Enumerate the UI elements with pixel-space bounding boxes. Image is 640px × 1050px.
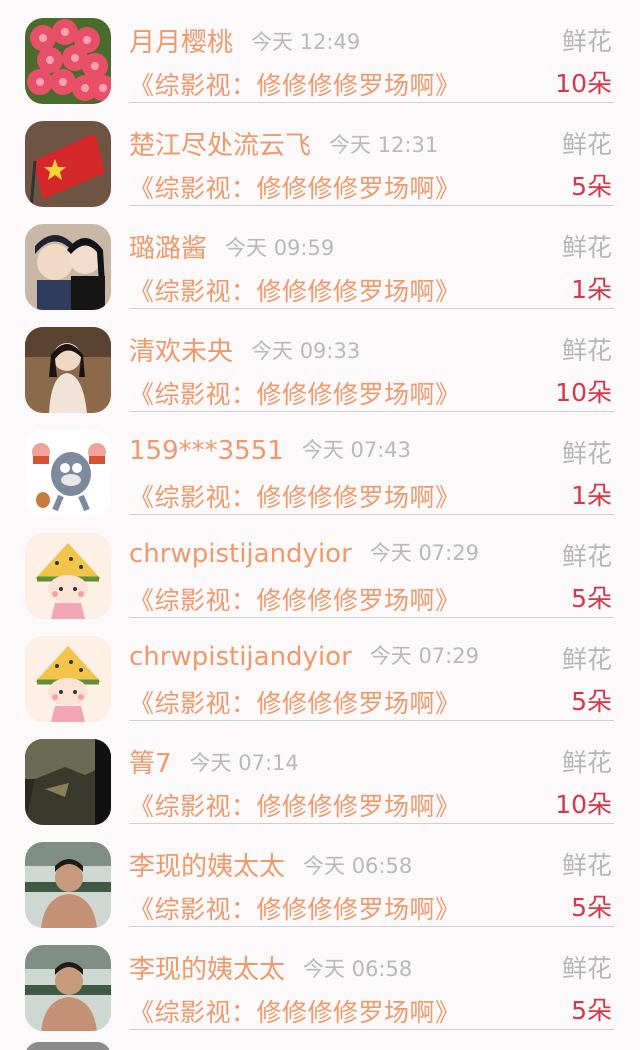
cartoon-cat-avatar-icon[interactable] <box>25 430 111 516</box>
username[interactable]: 159***3551 今天 07:43 <box>129 434 411 466</box>
list-item[interactable]: 李现的姨太太 今天 06:58 鲜花《综影视：修修修修罗场啊》 5朵 <box>0 824 640 928</box>
gift-type-label: 鲜花 <box>561 233 612 262</box>
list-item[interactable]: 李现的姨太太 今天 06:58 鲜花《综影视：修修修修罗场啊》 5朵 <box>0 927 640 1031</box>
username[interactable]: 楚江尽处流云飞 今天 12:31 <box>129 125 438 162</box>
username[interactable]: 清欢未央 今天 09:33 <box>129 331 360 368</box>
gift-count: 5朵 <box>571 996 612 1025</box>
username[interactable]: 李现的姨太太 今天 06:58 <box>129 949 412 986</box>
red-flowers-avatar-icon[interactable] <box>25 18 111 104</box>
gift-type-label: 鲜花 <box>561 542 612 571</box>
gift-type-label: 鲜花 <box>561 439 612 468</box>
book-title-link[interactable]: 《综影视：修修修修罗场啊》 <box>129 993 461 1029</box>
timestamp: 今天 07:43 <box>301 438 411 462</box>
timestamp: 今天 12:49 <box>251 30 361 54</box>
list-item[interactable]: 清欢未央 今天 09:33 鲜花《综影视：修修修修罗场啊》 10朵 <box>0 309 640 413</box>
gift-type-label: 鲜花 <box>561 130 612 159</box>
timestamp: 今天 07:14 <box>189 751 299 775</box>
book-title-link[interactable]: 《综影视：修修修修罗场啊》 <box>129 272 461 308</box>
list-item[interactable]: chrwpistijandyior 今天 07:29 鲜花《综影视：修修修修罗场啊》… <box>0 618 640 722</box>
gift-count: 5朵 <box>571 172 612 201</box>
list-item[interactable]: 璐潞酱 今天 09:59 鲜花《综影视：修修修修罗场啊》 1朵 <box>0 206 640 310</box>
username-text[interactable]: 月月樱桃 <box>129 28 233 58</box>
list-item[interactable]: chrwpistijandyior 今天 07:29 鲜花《综影视：修修修修罗场啊》… <box>0 515 640 619</box>
gift-type-label: 鲜花 <box>561 645 612 674</box>
username-text[interactable]: 楚江尽处流云飞 <box>129 131 311 161</box>
list-item[interactable]: 箐7 今天 07:14 鲜花《综影视：修修修修罗场啊》 10朵 <box>0 721 640 825</box>
gift-type-label: 鲜花 <box>561 748 612 777</box>
gift-count: 1朵 <box>571 275 612 304</box>
gift-count: 10朵 <box>555 790 612 819</box>
book-title-link[interactable]: 《综影视：修修修修罗场啊》 <box>129 375 461 411</box>
flower-gift-list: 月月樱桃 今天 12:49 鲜花 《综影视：修修修修罗场啊》 10朵 楚江尽处流云飞 今天 … <box>0 0 640 1050</box>
username-text[interactable]: 李现的姨太太 <box>129 955 285 985</box>
username-text[interactable]: 159***3551 <box>129 436 284 466</box>
man-photo-avatar-icon[interactable] <box>25 945 111 1031</box>
gift-count: 5朵 <box>571 893 612 922</box>
divider <box>129 1029 614 1030</box>
gift-type-label: 鲜花 <box>561 27 612 56</box>
gift-type-label: 鲜花 <box>561 851 612 880</box>
username-text[interactable]: 李现的姨太太 <box>129 852 285 882</box>
dark-scene-avatar-icon[interactable] <box>25 739 111 825</box>
flag-avatar-icon[interactable] <box>25 121 111 207</box>
username-text[interactable]: 箐7 <box>129 749 172 779</box>
username[interactable]: 李现的姨太太 今天 06:58 <box>129 846 412 883</box>
username[interactable]: chrwpistijandyior 今天 07:29 <box>129 640 479 672</box>
list-item[interactable]: 月月樱桃 今天 12:49 鲜花《综影视：修修修修罗场啊》 10朵 <box>0 0 640 104</box>
username-text[interactable]: 璐潞酱 <box>129 234 207 264</box>
timestamp: 今天 12:31 <box>329 133 439 157</box>
list-item[interactable]: 159***3551 今天 07:43 鲜花《综影视：修修修修罗场啊》 1朵 <box>0 412 640 516</box>
username-text[interactable]: chrwpistijandyior <box>129 642 352 672</box>
gift-count: 10朵 <box>555 378 612 407</box>
book-title-link[interactable]: 《综影视：修修修修罗场啊》 <box>129 787 461 823</box>
book-title-link[interactable]: 《综影视：修修修修罗场啊》 <box>129 66 461 102</box>
gift-type-label: 鲜花 <box>561 954 612 983</box>
watermelon-girl-avatar-icon[interactable] <box>25 636 111 722</box>
portrait-avatar-icon[interactable] <box>25 327 111 413</box>
timestamp: 今天 09:33 <box>251 339 361 363</box>
timestamp: 今天 07:29 <box>369 541 479 565</box>
book-title-link[interactable]: 《综影视：修修修修罗场啊》 <box>129 890 461 926</box>
gift-count: 5朵 <box>571 687 612 716</box>
watermelon-girl-avatar-icon[interactable] <box>25 533 111 619</box>
username[interactable]: 璐潞酱 今天 09:59 <box>129 228 334 265</box>
timestamp: 今天 06:58 <box>303 854 413 878</box>
gift-count: 5朵 <box>571 584 612 613</box>
username-text[interactable]: 清欢未央 <box>129 337 233 367</box>
partial-avatar[interactable] <box>25 1042 111 1050</box>
username[interactable]: 箐7 今天 07:14 <box>129 743 299 780</box>
gift-count: 10朵 <box>555 69 612 98</box>
book-title-link[interactable]: 《综影视：修修修修罗场啊》 <box>129 684 461 720</box>
timestamp: 今天 09:59 <box>225 236 335 260</box>
timestamp: 今天 06:58 <box>303 957 413 981</box>
gift-count: 1朵 <box>571 481 612 510</box>
username-text[interactable]: chrwpistijandyior <box>129 539 352 569</box>
list-item[interactable]: 楚江尽处流云飞 今天 12:31 鲜花《综影视：修修修修罗场啊》 5朵 <box>0 103 640 207</box>
timestamp: 今天 07:29 <box>369 644 479 668</box>
book-title-link[interactable]: 《综影视：修修修修罗场啊》 <box>129 169 461 205</box>
anime-avatar-icon[interactable] <box>25 224 111 310</box>
username[interactable]: chrwpistijandyior 今天 07:29 <box>129 537 479 569</box>
gift-type-label: 鲜花 <box>561 336 612 365</box>
book-title-link[interactable]: 《综影视：修修修修罗场啊》 <box>129 581 461 617</box>
username[interactable]: 月月樱桃 今天 12:49 <box>129 22 360 59</box>
man-photo-avatar-icon[interactable] <box>25 842 111 928</box>
book-title-link[interactable]: 《综影视：修修修修罗场啊》 <box>129 478 461 514</box>
